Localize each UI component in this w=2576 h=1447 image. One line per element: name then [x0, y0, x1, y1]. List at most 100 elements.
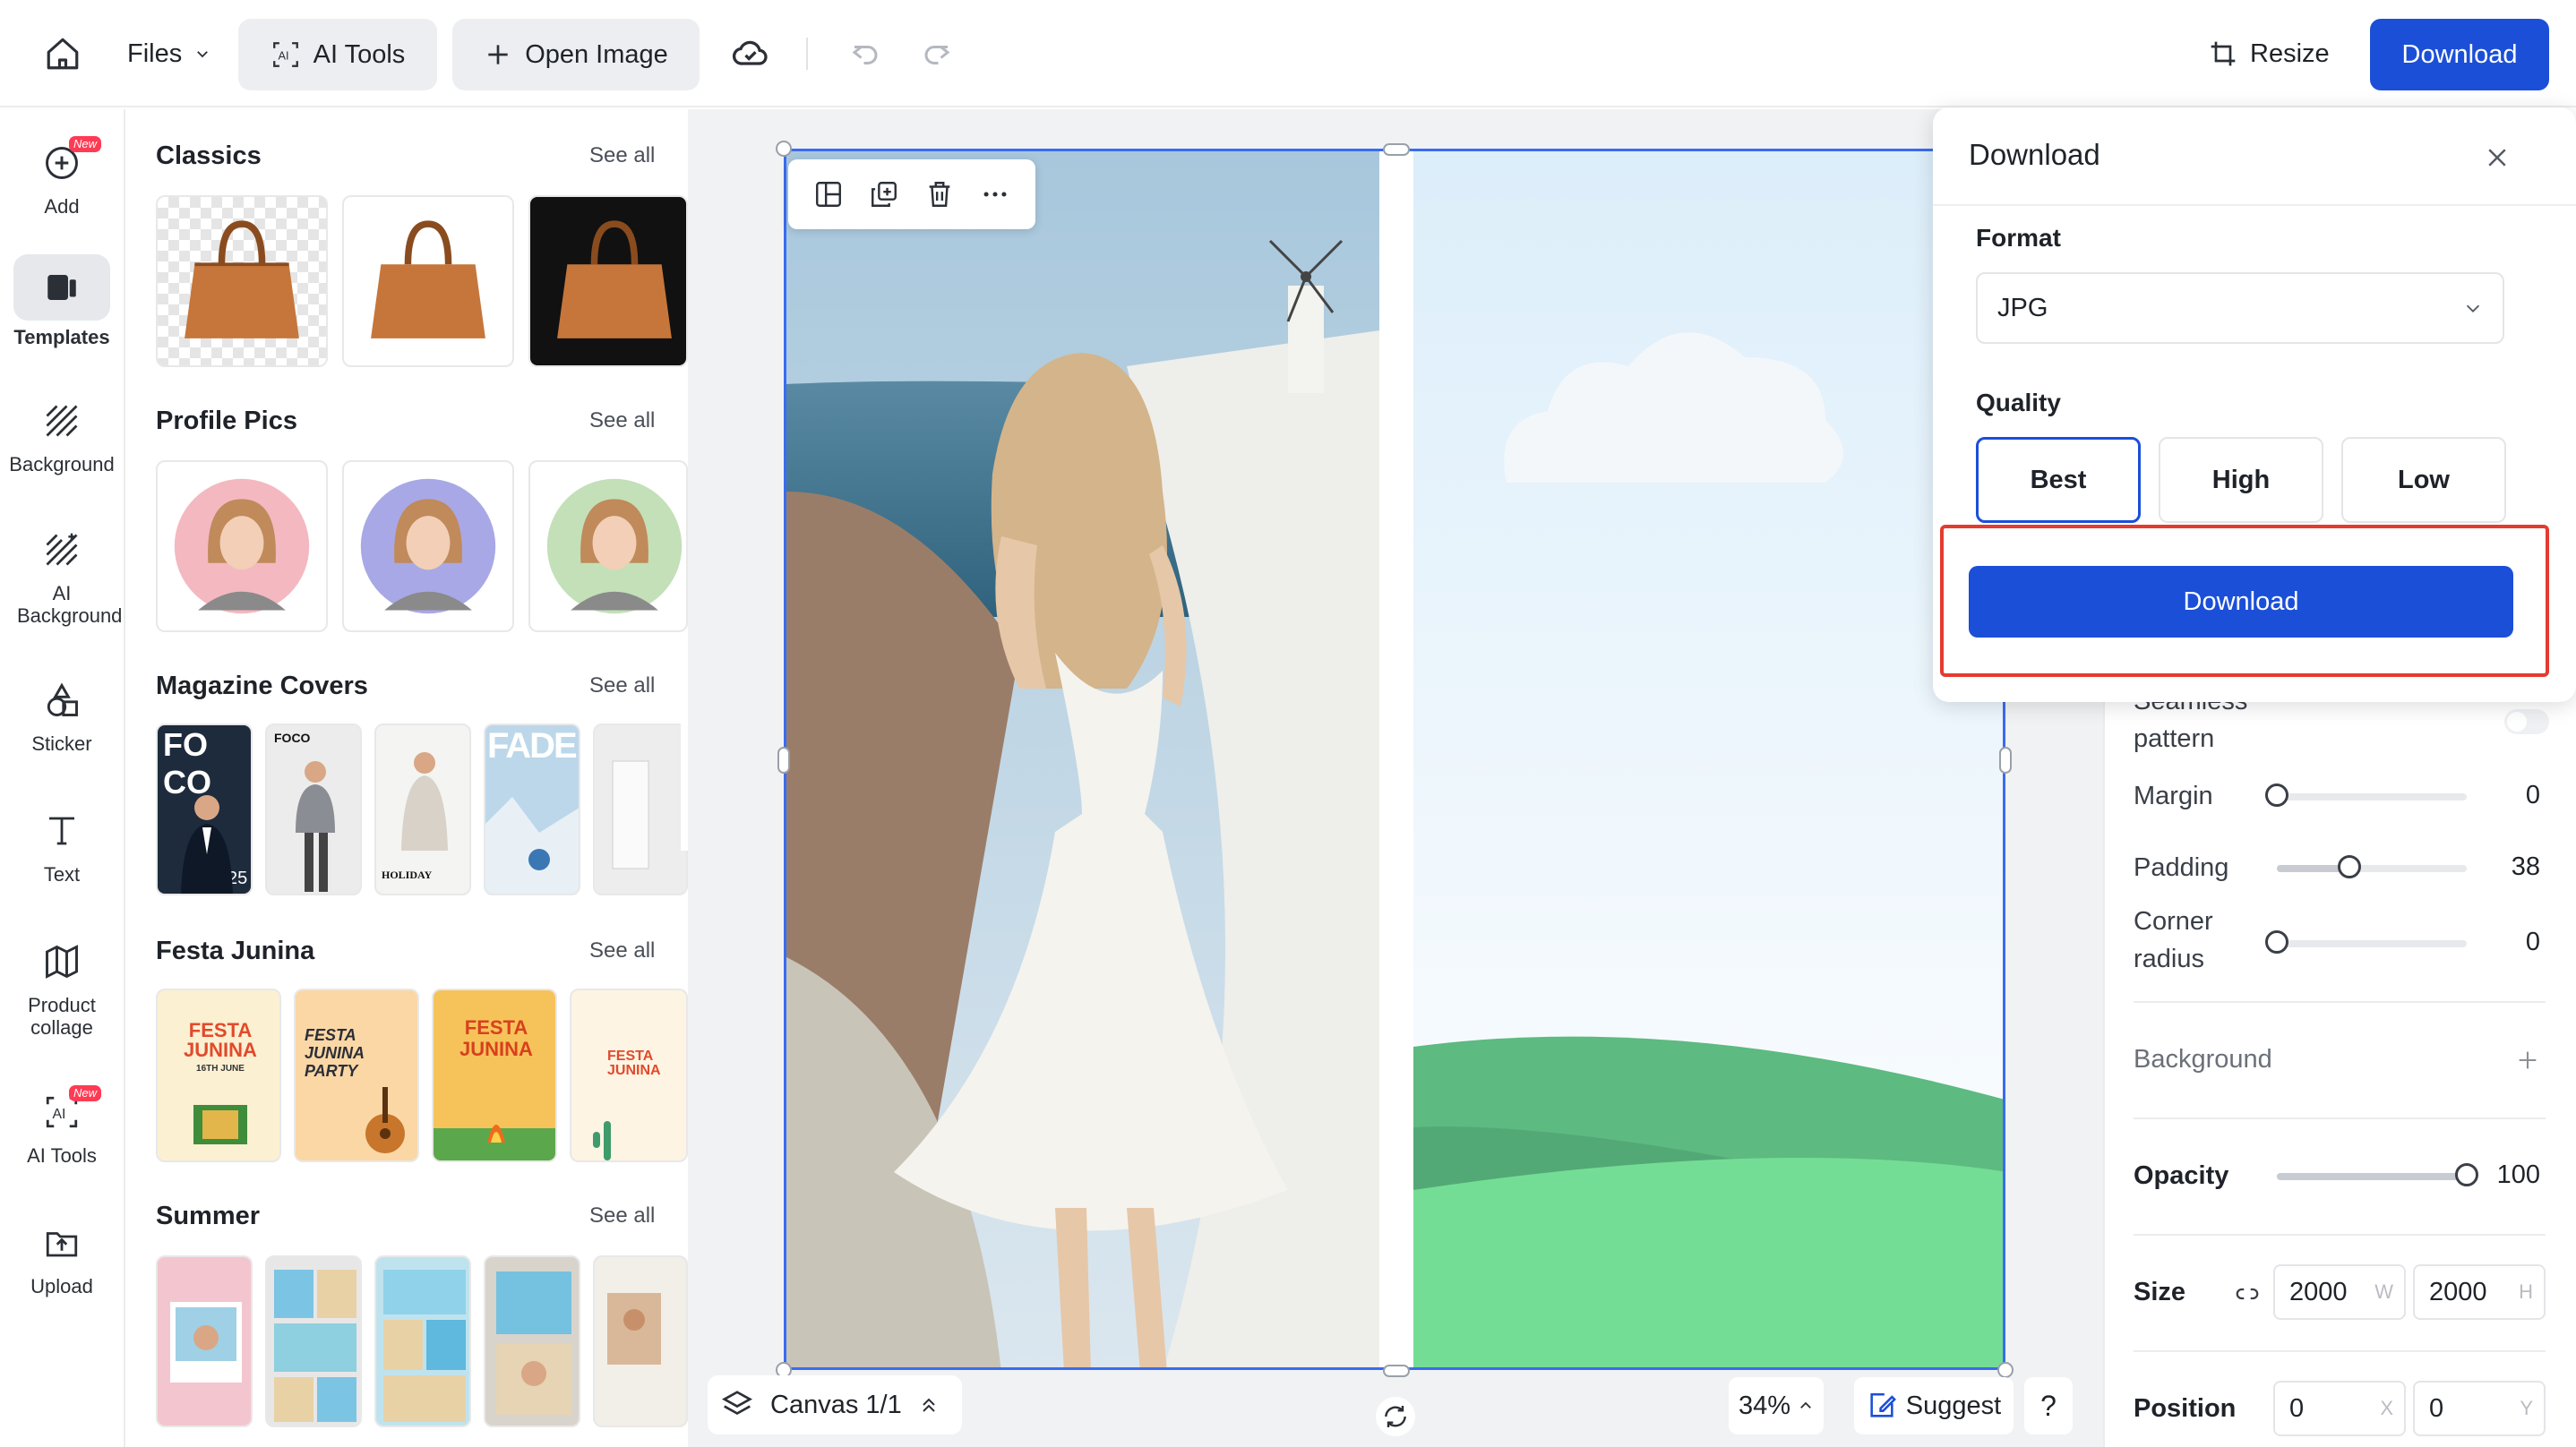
template-thumb[interactable] [156, 1255, 253, 1427]
slider-knob[interactable] [2265, 930, 2288, 954]
format-select[interactable]: JPG [1976, 272, 2504, 344]
ai-tools-label: AI Tools [313, 39, 406, 69]
slider-knob[interactable] [2337, 855, 2361, 878]
top-toolbar: Files AI AI Tools Open Image Resize Down… [0, 0, 2576, 107]
ai-icon: AI [272, 42, 298, 67]
resize-button[interactable]: Resize [2200, 27, 2339, 81]
summer-collage-image [383, 1270, 466, 1422]
rail-item-sticker[interactable]: Sticker [0, 673, 124, 755]
width-input[interactable]: 2000 W [2273, 1264, 2406, 1320]
chevrons-up-icon[interactable] [918, 1394, 940, 1416]
product-box-image [612, 760, 649, 869]
download-button-top[interactable]: Download [2370, 19, 2549, 90]
format-label: Format [1976, 224, 2061, 252]
position-y-input[interactable]: 0Y [2413, 1381, 2546, 1436]
suggest-button[interactable]: Suggest [1854, 1377, 2014, 1434]
rail-item-text[interactable]: Text [0, 804, 124, 886]
open-image-button[interactable]: Open Image [452, 19, 700, 90]
corner-radius-slider[interactable] [2265, 930, 2467, 954]
link-icon[interactable] [2234, 1280, 2261, 1307]
layers-icon[interactable] [720, 1388, 754, 1422]
seamless-pattern-toggle[interactable] [2504, 709, 2549, 734]
slider-fill [2277, 1173, 2467, 1180]
template-thumb[interactable] [593, 724, 688, 895]
size-label: Size [2134, 1278, 2186, 1306]
resize-handle-bottom[interactable] [1383, 1365, 1410, 1377]
quality-best-button[interactable]: Best [1976, 437, 2141, 523]
template-thumb[interactable] [374, 1255, 471, 1427]
more-icon[interactable] [980, 179, 1010, 210]
rail-label-sticker: Sticker [31, 732, 92, 755]
undo-button[interactable] [842, 32, 889, 75]
template-thumb[interactable]: FESTA JUNINA 16TH JUNE [156, 989, 281, 1162]
see-all-classics[interactable]: See all [589, 143, 655, 168]
summer-collage-image [496, 1271, 571, 1415]
element-toolbar [788, 159, 1035, 229]
template-thumb[interactable] [593, 1255, 688, 1427]
template-thumb[interactable] [156, 195, 328, 367]
template-thumb[interactable] [156, 460, 328, 632]
template-thumb[interactable] [484, 1255, 580, 1427]
template-thumb[interactable] [265, 1255, 362, 1427]
fashion-model-image [296, 761, 335, 892]
rail-item-product-collage[interactable]: Product collage [0, 935, 124, 1039]
resize-handle-top-left[interactable] [776, 141, 792, 157]
template-thumb[interactable]: HOLIDAY [374, 724, 471, 895]
opacity-slider[interactable] [2277, 1163, 2478, 1186]
resize-handle-left[interactable] [777, 747, 790, 774]
rail-item-ai-tools[interactable]: AI New AI Tools [0, 1085, 124, 1167]
see-all-summer[interactable]: See all [589, 1203, 655, 1229]
cloud-save-button[interactable] [726, 32, 776, 75]
design-canvas[interactable] [784, 149, 2005, 1370]
template-thumb[interactable]: FESTA JUNINA PARTY [294, 989, 419, 1162]
template-thumb[interactable]: FO CO 25 [156, 724, 253, 895]
magazine-cover-text: FOCO [274, 731, 311, 745]
ai-tools-button[interactable]: AI AI Tools [238, 19, 437, 90]
zoom-level: 34% [1738, 1391, 1791, 1420]
see-all-festa-junina[interactable]: See all [589, 938, 655, 963]
close-button[interactable] [2472, 133, 2522, 183]
resize-handle-bottom-right[interactable] [1997, 1362, 2014, 1378]
position-x-input[interactable]: 0X [2273, 1381, 2406, 1436]
rail-label-templates: Templates [13, 326, 110, 348]
resize-handle-top[interactable] [1383, 143, 1410, 156]
rail-item-add[interactable]: New Add [0, 136, 124, 218]
files-menu[interactable]: Files [116, 25, 221, 82]
template-thumb[interactable]: FOCO [265, 724, 362, 895]
layout-icon[interactable] [813, 179, 844, 210]
add-background-icon[interactable] [2515, 1048, 2540, 1073]
template-thumb[interactable]: FESTA JUNINA [432, 989, 557, 1162]
home-button[interactable] [38, 29, 88, 79]
canvas-label[interactable]: Canvas 1/1 [770, 1391, 902, 1420]
template-thumb[interactable] [528, 460, 688, 632]
rotate-button[interactable] [1376, 1397, 1415, 1436]
trash-icon[interactable] [924, 179, 955, 210]
height-input[interactable]: 2000 H [2413, 1264, 2546, 1320]
help-button[interactable]: ? [2024, 1377, 2073, 1434]
rail-item-ai-background[interactable]: AI Background [0, 523, 124, 627]
slider-knob[interactable] [2455, 1163, 2478, 1186]
template-thumb[interactable]: FESTA JUNINA [570, 989, 688, 1162]
see-all-magazine-covers[interactable]: See all [589, 673, 655, 698]
quality-high-button[interactable]: High [2159, 437, 2323, 523]
template-thumb[interactable] [342, 460, 514, 632]
zoom-control[interactable]: 34% [1729, 1377, 1824, 1434]
template-thumb[interactable] [342, 195, 514, 367]
rail-item-templates[interactable]: Templates [0, 254, 124, 348]
margin-slider[interactable] [2265, 783, 2467, 807]
template-thumb[interactable] [528, 195, 688, 367]
handbag-image [185, 220, 299, 338]
see-all-profile-pics[interactable]: See all [589, 408, 655, 433]
slider-knob[interactable] [2265, 783, 2288, 807]
cactus-image [593, 1121, 611, 1160]
padding-slider[interactable] [2277, 855, 2467, 878]
duplicate-icon[interactable] [869, 179, 899, 210]
rail-item-background[interactable]: Background [0, 394, 124, 475]
download-confirm-button[interactable]: Download [1969, 566, 2513, 638]
quality-low-button[interactable]: Low [2341, 437, 2506, 523]
redo-button[interactable] [914, 32, 960, 75]
resize-handle-right[interactable] [1999, 747, 2012, 774]
rail-item-upload[interactable]: Upload [0, 1216, 124, 1297]
toolbar-divider [806, 38, 808, 70]
template-thumb[interactable]: FADE [484, 724, 580, 895]
